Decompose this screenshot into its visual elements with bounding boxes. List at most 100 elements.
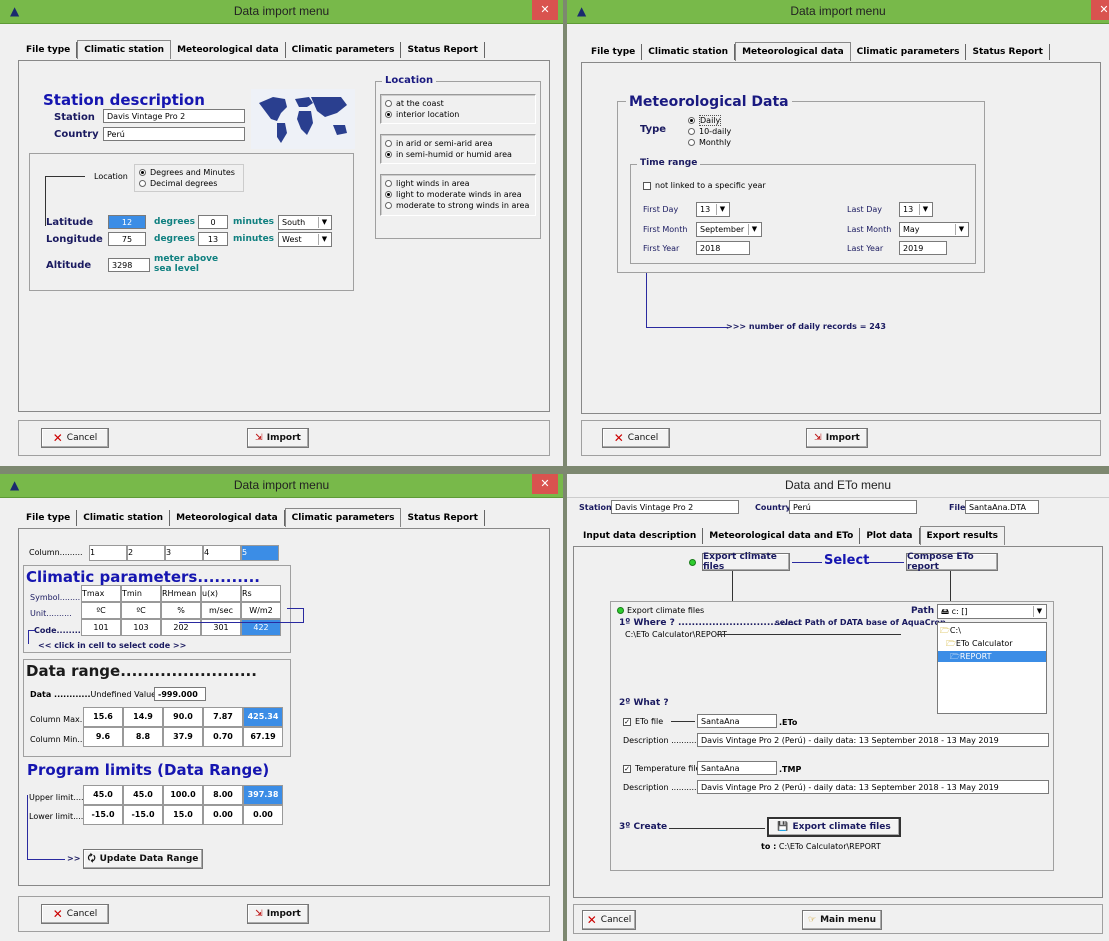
eto-file-checkbox[interactable]: ✓ ETo file — [623, 717, 663, 726]
cancel-button[interactable]: ✕ Cancel — [41, 428, 109, 448]
radio-wind-light-moderate[interactable]: light to moderate winds in area — [385, 190, 522, 199]
code-cell-1[interactable]: 101 — [81, 619, 121, 636]
column-cell-2[interactable]: 2 — [127, 545, 165, 561]
longitude-degrees-input[interactable]: 75 — [108, 232, 146, 246]
directory-item-root[interactable]: 🗁C:\ — [940, 625, 1044, 636]
unit-cell-4[interactable]: m/sec — [201, 602, 241, 619]
first-year-input[interactable]: 2018 — [696, 241, 750, 255]
column-cell-3[interactable]: 3 — [165, 545, 203, 561]
temperature-file-checkbox[interactable]: ✓ Temperature file — [623, 764, 700, 773]
main-menu-button[interactable]: ☞ Main menu — [802, 910, 882, 930]
tab-meteorological-data[interactable]: Meteorological data — [735, 42, 851, 61]
export-climate-files-tab-button[interactable]: Export climate files — [702, 552, 790, 572]
close-icon[interactable]: ✕ — [532, 0, 558, 20]
longitude-direction-select[interactable]: West ▼ — [278, 232, 332, 247]
last-day-select[interactable]: 13 ▼ — [899, 202, 933, 217]
symbol-cell-1[interactable]: Tmax — [81, 585, 121, 602]
tab-status-report[interactable]: Status Report — [966, 44, 1050, 60]
import-button[interactable]: ⇲ Import — [806, 428, 868, 448]
column-cell-4[interactable]: 4 — [203, 545, 241, 561]
symbol-cell-5[interactable]: Rs — [241, 585, 281, 602]
upper-limit-cell-1[interactable]: 45.0 — [83, 785, 123, 805]
tab-export-results[interactable]: Export results — [919, 526, 1006, 545]
latitude-minutes-input[interactable]: 0 — [198, 215, 228, 229]
station-input[interactable]: Davis Vintage Pro 2 — [103, 109, 245, 123]
column-cell-5[interactable]: 5 — [241, 545, 279, 561]
column-max-cell-3[interactable]: 90.0 — [163, 707, 203, 727]
undefined-value-input[interactable]: -999.000 — [154, 687, 206, 701]
radio-decimal-degrees[interactable]: Decimal degrees — [139, 179, 217, 188]
radio-10-daily[interactable]: 10-daily — [688, 127, 731, 136]
cancel-button[interactable]: ✕ Cancel — [41, 904, 109, 924]
import-button[interactable]: ⇲ Import — [247, 428, 309, 448]
symbol-cell-3[interactable]: RHmean — [161, 585, 201, 602]
compose-eto-report-button[interactable]: Compose ETo report — [906, 552, 998, 572]
tab-status-report[interactable]: Status Report — [401, 510, 485, 526]
lower-limit-cell-4[interactable]: 0.00 — [203, 805, 243, 825]
directory-item-eto-calculator[interactable]: 🗁ETo Calculator — [940, 638, 1044, 649]
eto-file-input[interactable]: SantaAna — [697, 714, 777, 728]
radio-degrees-minutes[interactable]: Degrees and Minutes — [139, 168, 235, 177]
directory-item-report[interactable]: 🗁REPORT — [938, 651, 1046, 662]
tab-file-type[interactable]: File type — [585, 44, 643, 60]
tab-climatic-station[interactable]: Climatic station — [77, 40, 172, 59]
tab-climatic-parameters[interactable]: Climatic parameters — [284, 508, 402, 527]
close-icon[interactable]: ✕ — [1091, 0, 1109, 20]
radio-arid[interactable]: in arid or semi-arid area — [385, 139, 492, 148]
latitude-degrees-input[interactable]: 12 — [108, 215, 146, 229]
radio-wind-light[interactable]: light winds in area — [385, 179, 470, 188]
tab-meteorological-data-eto[interactable]: Meteorological data and ETo — [703, 528, 861, 544]
column-min-cell-4[interactable]: 0.70 — [203, 727, 243, 747]
column-max-cell-4[interactable]: 7.87 — [203, 707, 243, 727]
directory-list[interactable]: 🗁C:\ 🗁ETo Calculator 🗁REPORT — [937, 622, 1047, 714]
drive-select[interactable]: 🖴 c: [] ▼ — [937, 604, 1047, 619]
close-icon[interactable]: ✕ — [532, 474, 558, 494]
tab-plot-data[interactable]: Plot data — [860, 528, 920, 544]
tab-climatic-station[interactable]: Climatic station — [642, 44, 736, 60]
tab-climatic-parameters[interactable]: Climatic parameters — [286, 42, 402, 58]
radio-interior[interactable]: interior location — [385, 110, 459, 119]
symbol-cell-4[interactable]: u(x) — [201, 585, 241, 602]
radio-daily[interactable]: Daily — [688, 115, 722, 126]
symbol-cell-2[interactable]: Tmin — [121, 585, 161, 602]
radio-humid[interactable]: in semi-humid or humid area — [385, 150, 512, 159]
file-input[interactable]: SantaAna.DTA — [965, 500, 1039, 514]
column-min-cell-2[interactable]: 8.8 — [123, 727, 163, 747]
longitude-minutes-input[interactable]: 13 — [198, 232, 228, 246]
tab-status-report[interactable]: Status Report — [401, 42, 485, 58]
country-input[interactable]: Perú — [789, 500, 917, 514]
tab-input-data-description[interactable]: Input data description — [577, 528, 704, 544]
first-day-select[interactable]: 13 ▼ — [696, 202, 730, 217]
country-input[interactable]: Perú — [103, 127, 245, 141]
column-min-cell-3[interactable]: 37.9 — [163, 727, 203, 747]
temperature-file-input[interactable]: SantaAna — [697, 761, 777, 775]
column-min-cell-1[interactable]: 9.6 — [83, 727, 123, 747]
unit-cell-5[interactable]: W/m2 — [241, 602, 281, 619]
radio-monthly[interactable]: Monthly — [688, 138, 731, 147]
column-max-cell-1[interactable]: 15.6 — [83, 707, 123, 727]
tab-meteorological-data[interactable]: Meteorological data — [170, 510, 285, 526]
lower-limit-cell-3[interactable]: 15.0 — [163, 805, 203, 825]
radio-coast[interactable]: at the coast — [385, 99, 444, 108]
update-data-range-button[interactable]: 🗘 Update Data Range — [83, 849, 203, 869]
altitude-input[interactable]: 3298 — [108, 258, 150, 272]
unit-cell-3[interactable]: % — [161, 602, 201, 619]
temperature-description-input[interactable]: Davis Vintage Pro 2 (Perú) - daily data:… — [697, 780, 1049, 794]
eto-description-input[interactable]: Davis Vintage Pro 2 (Perú) - daily data:… — [697, 733, 1049, 747]
first-month-select[interactable]: September ▼ — [696, 222, 762, 237]
upper-limit-cell-4[interactable]: 8.00 — [203, 785, 243, 805]
column-max-cell-5[interactable]: 425.34 — [243, 707, 283, 727]
upper-limit-cell-3[interactable]: 100.0 — [163, 785, 203, 805]
tab-climatic-station[interactable]: Climatic station — [77, 510, 171, 526]
tab-meteorological-data[interactable]: Meteorological data — [171, 42, 286, 58]
unit-cell-1[interactable]: ºC — [81, 602, 121, 619]
lower-limit-cell-5[interactable]: 0.00 — [243, 805, 283, 825]
station-input[interactable]: Davis Vintage Pro 2 — [611, 500, 739, 514]
column-min-cell-5[interactable]: 67.19 — [243, 727, 283, 747]
tab-file-type[interactable]: File type — [20, 42, 78, 58]
export-climate-files-button[interactable]: 💾 Export climate files — [767, 817, 901, 837]
not-linked-checkbox[interactable]: not linked to a specific year — [643, 181, 766, 190]
code-cell-2[interactable]: 103 — [121, 619, 161, 636]
lower-limit-cell-2[interactable]: -15.0 — [123, 805, 163, 825]
tab-climatic-parameters[interactable]: Climatic parameters — [851, 44, 967, 60]
